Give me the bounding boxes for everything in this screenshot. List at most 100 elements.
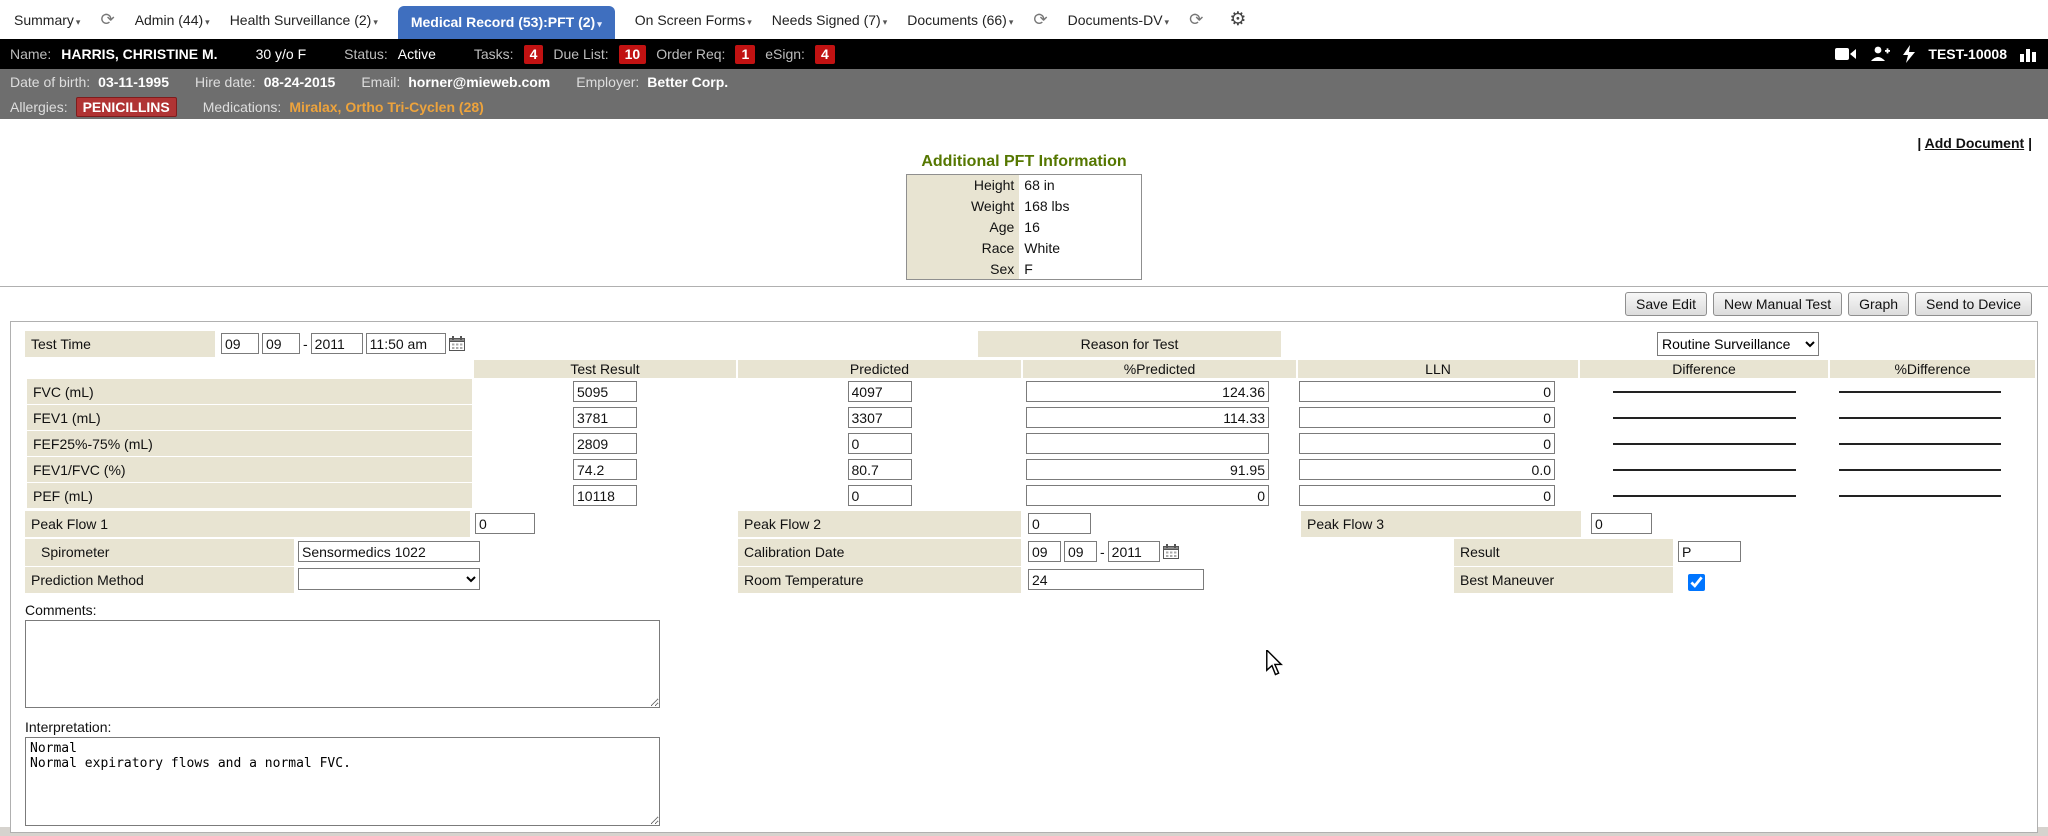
- lightning-bolt-icon[interactable]: [1903, 45, 1915, 63]
- row-label-fev1: FEV1 (mL): [27, 405, 472, 430]
- medications-value[interactable]: Miralax, Ortho Tri-Cyclen (28): [289, 99, 484, 115]
- age-label: Age: [907, 217, 1020, 238]
- pef-predicted-input[interactable]: [848, 485, 912, 506]
- tab-needs-signed[interactable]: Needs Signed (7) ▾: [772, 12, 887, 28]
- fef-predicted-input[interactable]: [848, 433, 912, 454]
- tab-health-surveillance[interactable]: Health Surveillance (2) ▾: [230, 12, 378, 28]
- status-label: Status:: [344, 46, 388, 62]
- test-clock-time-input[interactable]: [366, 333, 446, 354]
- peak-flow-2-label: Peak Flow 2: [738, 511, 1021, 537]
- calibration-year-input[interactable]: [1108, 541, 1160, 562]
- tab-label: Needs Signed (7): [772, 12, 881, 28]
- chart-tab-bar: Summary ▾ ⟳ Admin (44) ▾ Health Surveill…: [0, 0, 2048, 39]
- grid-row-pef: PEF (mL): [27, 483, 2035, 508]
- difference-line: [1613, 469, 1796, 471]
- fev1fvc-pct-predicted-input[interactable]: [1026, 459, 1269, 480]
- calibration-month-input[interactable]: [1028, 541, 1061, 562]
- row-label-pef: PEF (mL): [27, 483, 472, 508]
- comments-textarea[interactable]: [25, 620, 660, 708]
- graph-button[interactable]: Graph: [1848, 292, 1909, 316]
- best-maneuver-checkbox[interactable]: [1688, 574, 1705, 591]
- col-test-result: Test Result: [474, 360, 736, 378]
- calendar-icon[interactable]: [1163, 544, 1179, 559]
- tab-admin[interactable]: Admin (44) ▾: [135, 12, 210, 28]
- best-maneuver-label: Best Maneuver: [1454, 567, 1673, 593]
- tab-medical-record-pft[interactable]: Medical Record (53):PFT (2) ▾: [398, 6, 615, 39]
- name-label: Name:: [10, 46, 51, 62]
- interpretation-textarea[interactable]: Normal Normal expiratory flows and a nor…: [25, 737, 660, 826]
- video-camera-icon[interactable]: [1835, 47, 1857, 61]
- fvc-predicted-input[interactable]: [848, 381, 912, 402]
- tasks-count-badge[interactable]: 4: [524, 45, 544, 64]
- fev1-predicted-input[interactable]: [848, 407, 912, 428]
- prediction-method-select[interactable]: [298, 568, 480, 590]
- save-edit-button[interactable]: Save Edit: [1625, 292, 1707, 316]
- pef-test-result-input[interactable]: [573, 485, 637, 506]
- add-person-icon[interactable]: [1870, 46, 1890, 62]
- tab-label: On Screen Forms: [635, 12, 745, 28]
- difference-line: [1613, 443, 1796, 445]
- calibration-day-input[interactable]: [1064, 541, 1097, 562]
- room-temperature-input[interactable]: [1028, 569, 1204, 590]
- refresh-icon[interactable]: ⟳: [1033, 11, 1047, 28]
- grid-row-fev1fvc: FEV1/FVC (%): [27, 457, 2035, 482]
- tab-summary[interactable]: Summary ▾: [14, 12, 80, 28]
- tab-documents-dv[interactable]: Documents-DV ▾: [1068, 12, 1169, 28]
- add-document-link[interactable]: Add Document: [1925, 135, 2025, 151]
- fef-lln-input[interactable]: [1299, 433, 1555, 454]
- spirometer-input[interactable]: [298, 541, 480, 562]
- peak-flow-1-label: Peak Flow 1: [25, 511, 470, 537]
- fev1-test-result-input[interactable]: [573, 407, 637, 428]
- due-list-count-badge[interactable]: 10: [619, 45, 647, 64]
- grid-row-fev1: FEV1 (mL): [27, 405, 2035, 430]
- status-value: Active: [398, 46, 436, 62]
- col-pct-predicted: %Predicted: [1023, 360, 1296, 378]
- send-to-device-button[interactable]: Send to Device: [1915, 292, 2032, 316]
- pef-pct-predicted-input[interactable]: [1026, 485, 1269, 506]
- calendar-icon[interactable]: [449, 336, 465, 351]
- peak-flow-row: Peak Flow 1 Peak Flow 2 Peak Flow 3: [25, 511, 2023, 537]
- refresh-icon[interactable]: ⟳: [1189, 11, 1203, 28]
- result-input[interactable]: [1678, 541, 1741, 562]
- peak-flow-3-input[interactable]: [1591, 513, 1652, 534]
- allergy-badge[interactable]: PENICILLINS: [76, 97, 177, 117]
- peak-flow-1-input[interactable]: [475, 513, 535, 534]
- fev1-lln-input[interactable]: [1299, 407, 1555, 428]
- fef-test-result-input[interactable]: [573, 433, 637, 454]
- tab-popout-icon: ▾: [1165, 18, 1170, 28]
- settings-gear-icon[interactable]: ⚙: [1229, 10, 1246, 29]
- tab-documents[interactable]: Documents (66) ▾: [907, 12, 1013, 28]
- add-document-container: | Add Document |: [1917, 135, 2032, 151]
- test-day-input[interactable]: [262, 333, 300, 354]
- fvc-lln-input[interactable]: [1299, 381, 1555, 402]
- date-separator: -: [1100, 544, 1105, 560]
- row-label-fev1fvc: FEV1/FVC (%): [27, 457, 472, 482]
- tab-on-screen-forms[interactable]: On Screen Forms ▾: [635, 12, 752, 28]
- fvc-pct-predicted-input[interactable]: [1026, 381, 1269, 402]
- order-req-count-badge[interactable]: 1: [735, 45, 755, 64]
- fev1fvc-lln-input[interactable]: [1299, 459, 1555, 480]
- new-manual-test-button[interactable]: New Manual Test: [1713, 292, 1842, 316]
- tab-popout-icon: ▾: [76, 18, 81, 28]
- bar-chart-icon[interactable]: [2020, 46, 2038, 62]
- test-year-input[interactable]: [311, 333, 363, 354]
- tab-popout-icon: ▾: [597, 20, 602, 30]
- fvc-test-result-input[interactable]: [573, 381, 637, 402]
- fev1-pct-predicted-input[interactable]: [1026, 407, 1269, 428]
- fev1fvc-test-result-input[interactable]: [573, 459, 637, 480]
- email-value: horner@mieweb.com: [408, 74, 550, 90]
- test-month-input[interactable]: [221, 333, 259, 354]
- pft-info-title: Additional PFT Information: [906, 153, 1142, 171]
- age-value: 16: [1019, 217, 1141, 238]
- fef-pct-predicted-input[interactable]: [1026, 433, 1269, 454]
- esign-count-badge[interactable]: 4: [815, 45, 835, 64]
- dob-value: 03-11-1995: [98, 74, 169, 90]
- reason-for-test-select[interactable]: Routine Surveillance: [1657, 332, 1819, 356]
- refresh-icon[interactable]: ⟳: [100, 11, 114, 28]
- pef-lln-input[interactable]: [1299, 485, 1555, 506]
- fev1fvc-predicted-input[interactable]: [848, 459, 912, 480]
- allergies-bar: Allergies: PENICILLINS Medications: Mira…: [0, 94, 2048, 119]
- hire-date-label: Hire date:: [195, 74, 256, 90]
- peak-flow-2-input[interactable]: [1028, 513, 1091, 534]
- order-req-label: Order Req:: [656, 46, 725, 62]
